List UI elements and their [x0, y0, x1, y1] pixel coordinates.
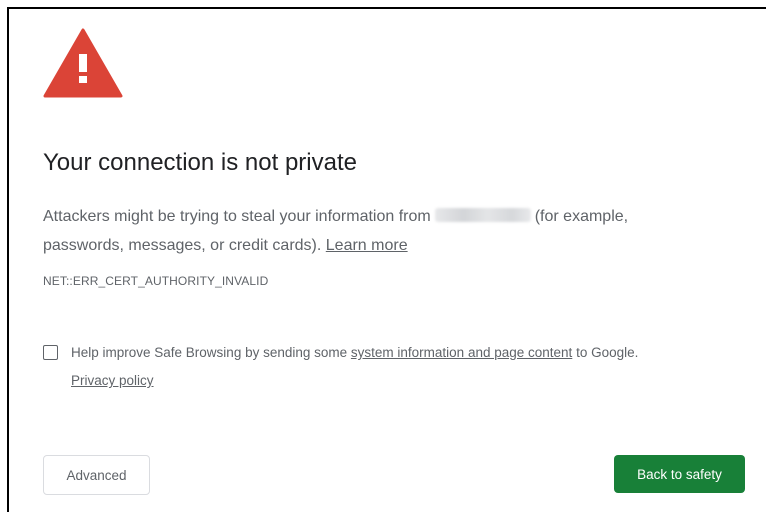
interstitial-content: Your connection is not private Attackers… [9, 9, 766, 512]
back-to-safety-button[interactable]: Back to safety [614, 455, 745, 493]
safe-browsing-line-1: Help improve Safe Browsing by sending so… [71, 339, 761, 367]
explanation-text: Attackers might be trying to steal your … [43, 202, 743, 260]
redacted-host [434, 208, 531, 222]
safe-browsing-text: Help improve Safe Browsing by sending so… [71, 339, 761, 395]
explanation-text-after: (for example, [534, 208, 629, 225]
explanation-line-2: passwords, messages, or credit cards). L… [43, 231, 743, 260]
explanation-line-1: Attackers might be trying to steal your … [43, 202, 743, 231]
system-info-link[interactable]: system information and page content [351, 345, 572, 360]
browser-page-frame: Your connection is not private Attackers… [7, 7, 766, 512]
explanation-line2-text: passwords, messages, or credit cards). [43, 237, 322, 254]
safe-browsing-text-after: to Google. [576, 345, 639, 360]
safe-browsing-text-before: Help improve Safe Browsing by sending so… [71, 345, 348, 360]
error-code: NET::ERR_CERT_AUTHORITY_INVALID [43, 274, 269, 288]
learn-more-link[interactable]: Learn more [326, 237, 408, 254]
safe-browsing-checkbox[interactable] [43, 345, 58, 360]
advanced-button[interactable]: Advanced [43, 455, 150, 495]
page-title: Your connection is not private [43, 149, 357, 176]
privacy-policy-link[interactable]: Privacy policy [71, 373, 154, 388]
warning-triangle-icon [43, 28, 123, 98]
safe-browsing-line-2: Privacy policy [71, 367, 761, 395]
explanation-text-before: Attackers might be trying to steal your … [43, 208, 431, 225]
